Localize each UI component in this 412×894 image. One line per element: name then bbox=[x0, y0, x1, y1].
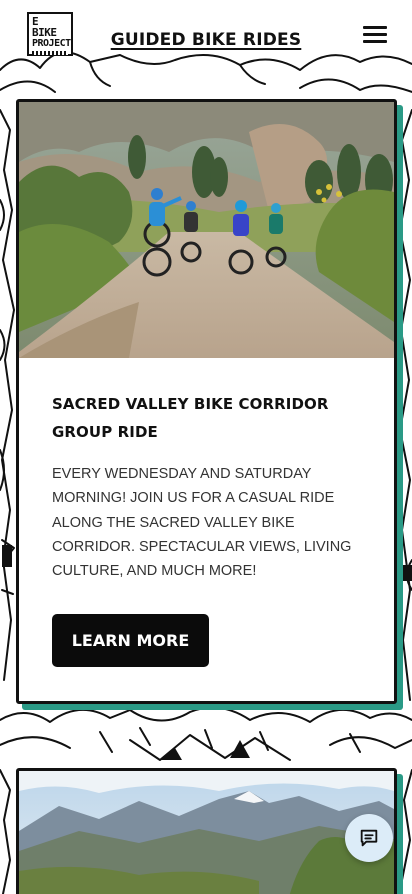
chat-button[interactable] bbox=[345, 814, 393, 862]
logo-pattern bbox=[32, 51, 68, 55]
chat-bubble-icon bbox=[360, 829, 378, 847]
page: E BIKE PROJECT GUIDED BIKE RIDES SACRED … bbox=[0, 0, 412, 894]
cyclists-photo bbox=[19, 102, 394, 358]
hamburger-menu-icon[interactable] bbox=[363, 26, 387, 46]
site-header: E BIKE PROJECT GUIDED BIKE RIDES bbox=[0, 0, 412, 78]
card-title: SACRED VALLEY BIKE CORRIDOR GROUP RIDE bbox=[52, 395, 329, 441]
card-image bbox=[19, 771, 394, 894]
page-title: GUIDED BIKE RIDES bbox=[110, 30, 302, 50]
card-image bbox=[19, 102, 394, 358]
mountains-photo bbox=[19, 771, 394, 894]
card-description: EVERY WEDNESDAY AND SATURDAY MORNING! JO… bbox=[52, 466, 352, 580]
ride-card: SACRED VALLEY BIKE CORRIDOR GROUP RIDE E… bbox=[16, 99, 397, 704]
learn-more-button[interactable]: LEARN MORE bbox=[52, 614, 209, 667]
ride-card bbox=[16, 768, 397, 894]
